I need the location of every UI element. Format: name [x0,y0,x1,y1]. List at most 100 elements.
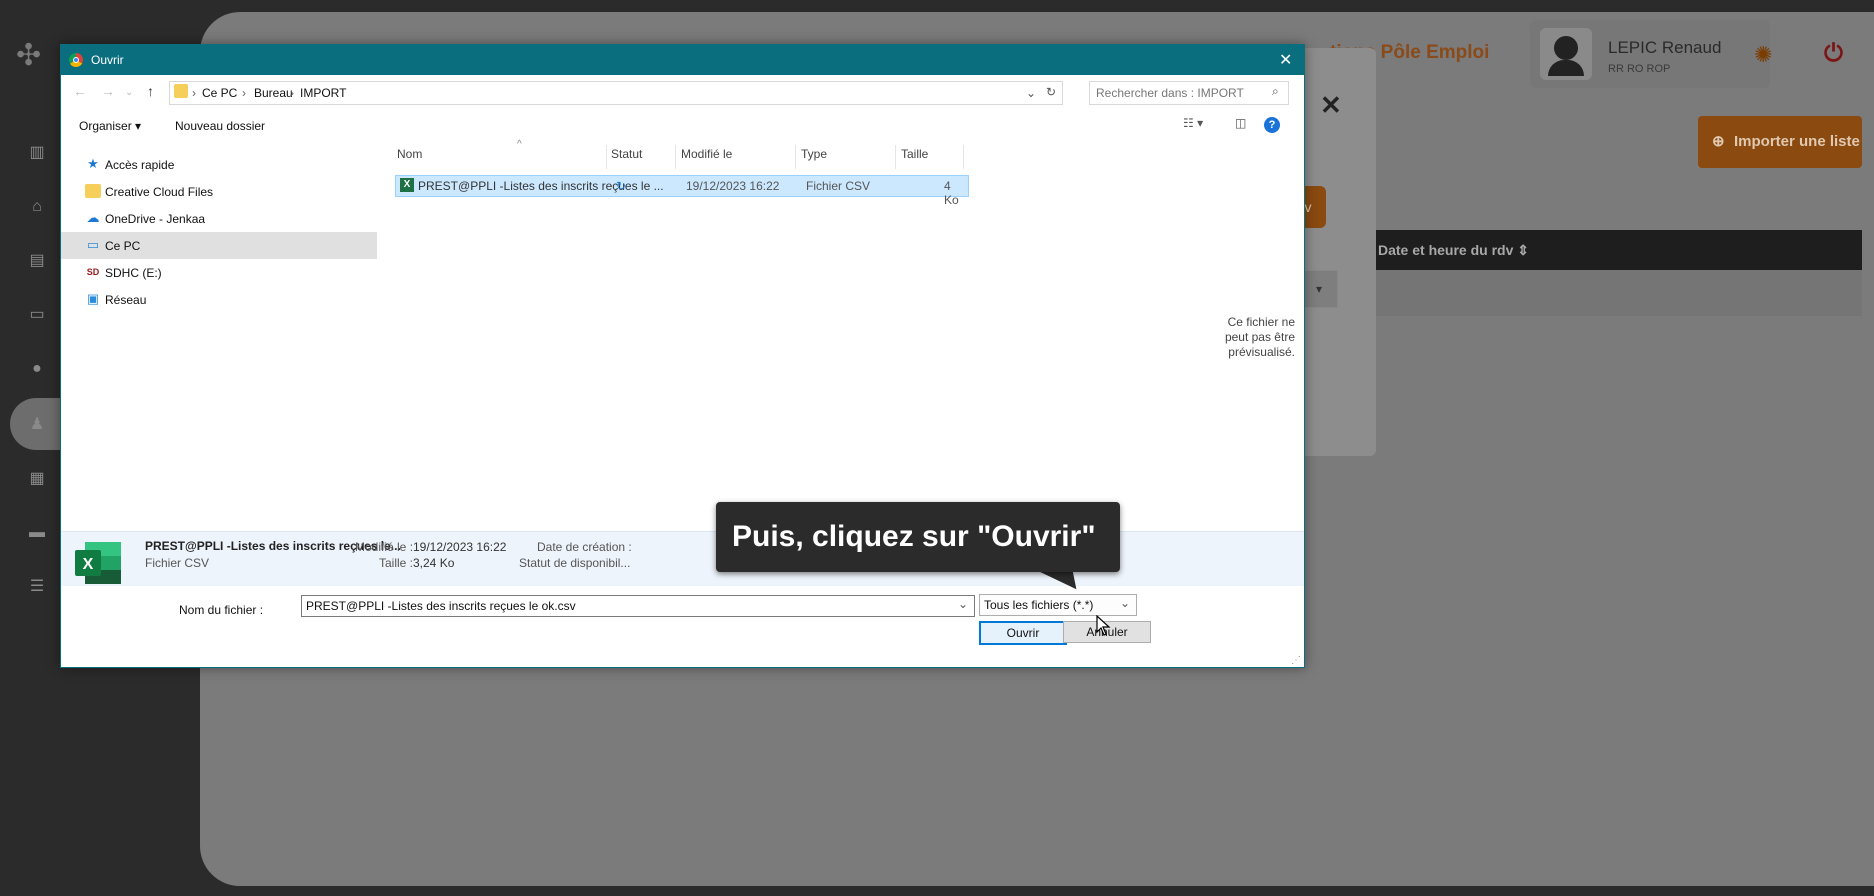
list-icon[interactable]: ☰ [26,576,48,598]
file-modified: 19/12/2023 16:22 [686,179,780,193]
cloud-icon: ☁ [86,210,100,225]
dialog-title: Ouvrir [91,53,124,67]
preview-message: Ce fichier ne peut pas être prévisualisé… [1224,315,1295,359]
sync-status-icon: ↻ [616,179,627,193]
nav-label: Ce PC [105,239,141,253]
users-icon[interactable]: ● [26,358,48,380]
user-role: RR RO ROP [1608,63,1671,75]
new-folder-button[interactable]: Nouveau dossier [175,119,265,133]
nav-label: Creative Cloud Files [105,185,214,199]
nav-item-onedrive[interactable]: ☁ OneDrive - Jenkaa [61,205,377,232]
back-arrow-icon[interactable]: ← [73,83,87,99]
dialog-titlebar: Ouvrir ✕ [61,45,1304,75]
callout-text: Puis, cliquez sur "Ouvrir" [732,520,1096,553]
chevron-right-icon: › [242,86,246,100]
view-options-icon[interactable]: ☷ ▾ [1183,116,1203,130]
file-type: Fichier CSV [806,179,871,193]
preview-pane-icon[interactable]: ◫ [1235,116,1246,130]
home-icon[interactable]: ⌂ [26,196,48,218]
column-divider[interactable] [963,145,964,169]
import-list-label: Importer une liste [1734,133,1860,150]
search-icon: ⌕ [1272,84,1279,98]
breadcrumb-bureau[interactable]: Bureau [254,86,293,100]
column-date-rdv[interactable]: Date et heure du rdv ⇕ [1378,242,1529,259]
column-divider[interactable] [795,145,796,169]
column-modified[interactable]: Modifié le [681,147,732,167]
help-icon[interactable]: ? [1264,117,1280,133]
id-card-icon[interactable]: ▤ [26,250,48,272]
sd-card-icon: SD [86,267,100,277]
modal-dropdown[interactable]: ▾ [1300,270,1338,308]
column-size[interactable]: Taille [901,147,928,167]
nav-item-quick-access[interactable]: ★ Accès rapide [61,151,377,178]
column-status[interactable]: Statut [611,147,642,167]
breadcrumb-ce-pc[interactable]: Ce PC [202,86,237,100]
tutorial-callout: Puis, cliquez sur "Ouvrir" [716,502,1120,572]
nav-label: Réseau [105,293,147,307]
power-icon[interactable]: ⏻ [1824,40,1843,68]
breadcrumb-import[interactable]: IMPORT [300,86,346,100]
file-row-selected[interactable]: X PREST@PPLI -Listes des inscrits reçues… [395,175,969,207]
excel-large-icon: X [75,542,121,584]
resize-grip-icon[interactable]: ⋰ [1291,655,1301,666]
filetype-value: Tous les fichiers (*.*) [984,598,1094,612]
address-bar[interactable]: › Ce PC › Bureau › IMPORT ⌄ ↻ [169,81,1063,105]
filename-label: Nom du fichier : [179,603,264,617]
svg-text:X: X [83,556,94,573]
chevron-right-icon: › [290,86,294,100]
nav-label: SDHC (E:) [105,266,162,280]
details-availability-label: Statut de disponibil... [519,556,631,570]
bug-icon[interactable]: ✺ [1754,42,1772,68]
network-icon: ▣ [86,291,100,306]
column-divider[interactable] [675,145,676,169]
file-size: 4 Ko [944,179,959,207]
organize-menu[interactable]: Organiser ▾ [79,119,141,133]
navigation-pane: ★ Accès rapide Creative Cloud Files ☁ On… [61,143,381,573]
search-box[interactable]: Rechercher dans : IMPORT ⌕ [1089,81,1289,105]
modal-close-icon[interactable]: ✕ [1320,90,1342,121]
calendar-icon[interactable]: ▦ [26,468,48,490]
details-created-label: Date de création : [537,540,632,554]
filename-input[interactable]: PREST@PPLI -Listes des inscrits reçues l… [306,599,576,613]
column-divider[interactable] [606,145,607,169]
open-button[interactable]: Ouvrir [979,621,1067,645]
up-arrow-icon[interactable]: ↑ [147,83,154,99]
window-icon[interactable]: ▭ [26,304,48,326]
column-type[interactable]: Type [801,147,827,167]
chevron-right-icon: › [192,86,196,100]
refresh-icon[interactable]: ↻ [1046,85,1056,99]
chart-icon[interactable]: ▥ [26,142,48,164]
file-name: PREST@PPLI -Listes des inscrits reçues l… [418,179,664,193]
user-name: LEPIC Renaud [1608,38,1722,57]
computer-icon: ▭ [86,237,100,252]
search-input[interactable]: Rechercher dans : IMPORT [1096,86,1244,100]
nav-item-ce-pc[interactable]: ▭ Ce PC [61,232,377,259]
excel-file-icon: X [400,178,414,192]
details-file-kind: Fichier CSV [145,556,210,570]
user-icon[interactable]: ♟ [26,414,48,436]
forward-arrow-icon[interactable]: → [101,83,115,99]
table-row [1376,270,1862,316]
import-list-button[interactable]: ⊕ Importer une liste [1698,116,1862,168]
details-modified-label: Modifié le : [355,540,414,554]
column-divider[interactable] [895,145,896,169]
chevron-down-icon[interactable]: ⌄ [958,597,968,611]
plus-circle-icon: ⊕ [1712,133,1725,150]
star-icon: ★ [87,156,99,171]
nav-label: OneDrive - Jenkaa [105,212,206,226]
avatar [1540,28,1592,80]
nav-label: Accès rapide [105,158,175,172]
recent-chevron-icon[interactable]: ⌄ [125,87,133,98]
filename-field[interactable]: PREST@PPLI -Listes des inscrits reçues l… [301,595,975,617]
nav-item-creative-cloud[interactable]: Creative Cloud Files [61,178,377,205]
chrome-icon [69,53,83,67]
dialog-close-button[interactable]: ✕ [1279,50,1292,70]
folder-icon [174,84,188,98]
column-name[interactable]: Nom [397,147,422,167]
card-icon[interactable]: ▬ [26,522,48,544]
nav-item-sdhc[interactable]: SD SDHC (E:) [61,259,377,286]
details-size-label: Taille : [379,556,414,570]
app-logo-icon[interactable]: ✣ [16,38,41,73]
nav-item-network[interactable]: ▣ Réseau [61,286,377,313]
chevron-down-icon[interactable]: ⌄ [1026,86,1036,100]
